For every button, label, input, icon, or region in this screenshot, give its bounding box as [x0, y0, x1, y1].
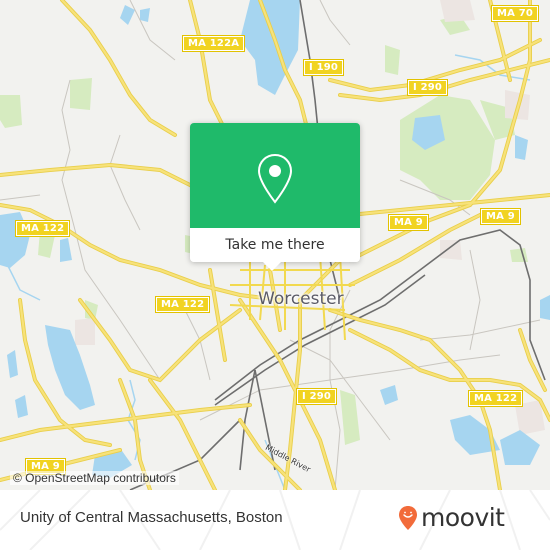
road-shield-ma-70: MA 70 — [490, 5, 540, 22]
map-attribution[interactable]: © OpenStreetMap contributors — [10, 471, 179, 485]
take-me-there-button[interactable]: Take me there — [190, 228, 360, 262]
map-view[interactable]: MA 122A I 190 MA 70 I 290 MA 122 MA 9 MA… — [0, 0, 550, 490]
road-shield-ma-9-east-2: MA 9 — [480, 208, 521, 225]
road-shield-ma-122-center: MA 122 — [154, 296, 211, 313]
road-shield-ma-9-east: MA 9 — [388, 214, 429, 231]
city-label-worcester: Worcester — [258, 289, 344, 309]
road-shield-i-290-south: I 290 — [295, 388, 338, 405]
location-pin-icon — [257, 153, 293, 204]
moovit-wordmark: moovit — [421, 503, 505, 532]
road-shield-ma-122-east: MA 122 — [467, 390, 524, 407]
moovit-logo[interactable]: moovit — [398, 503, 505, 533]
popup-pointer — [263, 262, 281, 271]
road-shield-ma-122-west: MA 122 — [14, 220, 71, 237]
place-name: Unity of Central Massachusetts, Boston — [20, 509, 283, 526]
location-popup: Take me there — [190, 123, 360, 271]
popup-header — [190, 123, 360, 228]
road-shield-i-190: I 190 — [302, 59, 345, 76]
moovit-smiley-pin-icon — [399, 506, 417, 530]
road-shield-ma-122a: MA 122A — [181, 35, 246, 52]
road-shield-i-290-north: I 290 — [406, 79, 449, 96]
footer-bar: Unity of Central Massachusetts, Boston m… — [0, 490, 550, 550]
